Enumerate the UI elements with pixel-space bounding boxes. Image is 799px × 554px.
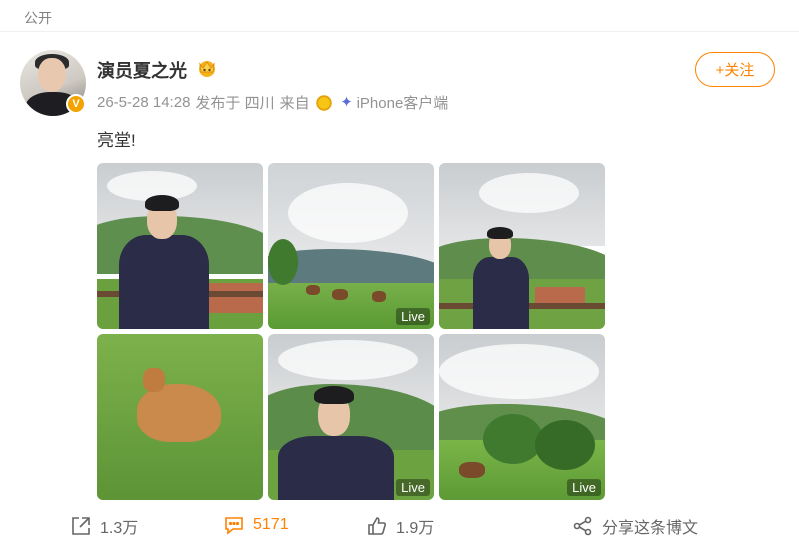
source-prefix: 来自 xyxy=(279,95,310,112)
live-badge: Live xyxy=(396,479,430,496)
live-badge: Live xyxy=(567,479,601,496)
comment-icon xyxy=(225,517,243,535)
repost-button[interactable]: 1.3万 xyxy=(70,514,138,538)
share-icon xyxy=(573,516,592,536)
comment-button[interactable]: 5171 xyxy=(223,514,289,536)
photo-6[interactable]: Live xyxy=(439,334,605,500)
photo-5[interactable]: Live xyxy=(268,334,434,500)
post-datetime[interactable]: 26-5-28 14:28 xyxy=(97,94,190,111)
visibility-label: 公开 xyxy=(24,10,52,26)
photo-2[interactable]: Live xyxy=(268,163,434,329)
verified-v-icon: V xyxy=(66,94,86,114)
repost-icon xyxy=(72,517,90,535)
divider xyxy=(0,31,799,32)
photo-4[interactable] xyxy=(97,334,263,500)
sparkle-badge-icon: ✦ xyxy=(340,93,353,111)
thumbs-up-icon xyxy=(368,517,386,535)
action-bar: 1.3万 5171 1.9万 分享这条博文 xyxy=(0,506,799,542)
live-badge: Live xyxy=(396,308,430,325)
photo-grid: Live Live Live xyxy=(97,163,605,500)
post-meta: 26-5-28 14:28 发布于 四川 来自 ✦ iPhone客户端 xyxy=(97,92,448,113)
crown-icon xyxy=(199,61,215,77)
comment-count: 5171 xyxy=(253,516,289,533)
post-text: 亮堂! xyxy=(97,131,136,150)
post-source: iPhone客户端 xyxy=(356,95,449,112)
username[interactable]: 演员夏之光 xyxy=(97,57,187,83)
photo-3[interactable] xyxy=(439,163,605,329)
like-button[interactable]: 1.9万 xyxy=(366,514,434,538)
like-count: 1.9万 xyxy=(396,520,435,537)
sun-badge-icon xyxy=(314,93,333,112)
share-label: 分享这条博文 xyxy=(602,520,699,537)
repost-count: 1.3万 xyxy=(100,520,139,537)
post-location: 发布于 四川 xyxy=(195,95,275,112)
follow-button[interactable]: +关注 xyxy=(695,52,775,87)
photo-1[interactable] xyxy=(97,163,263,329)
avatar[interactable]: V xyxy=(20,50,86,116)
share-button[interactable]: 分享这条博文 xyxy=(572,514,698,538)
